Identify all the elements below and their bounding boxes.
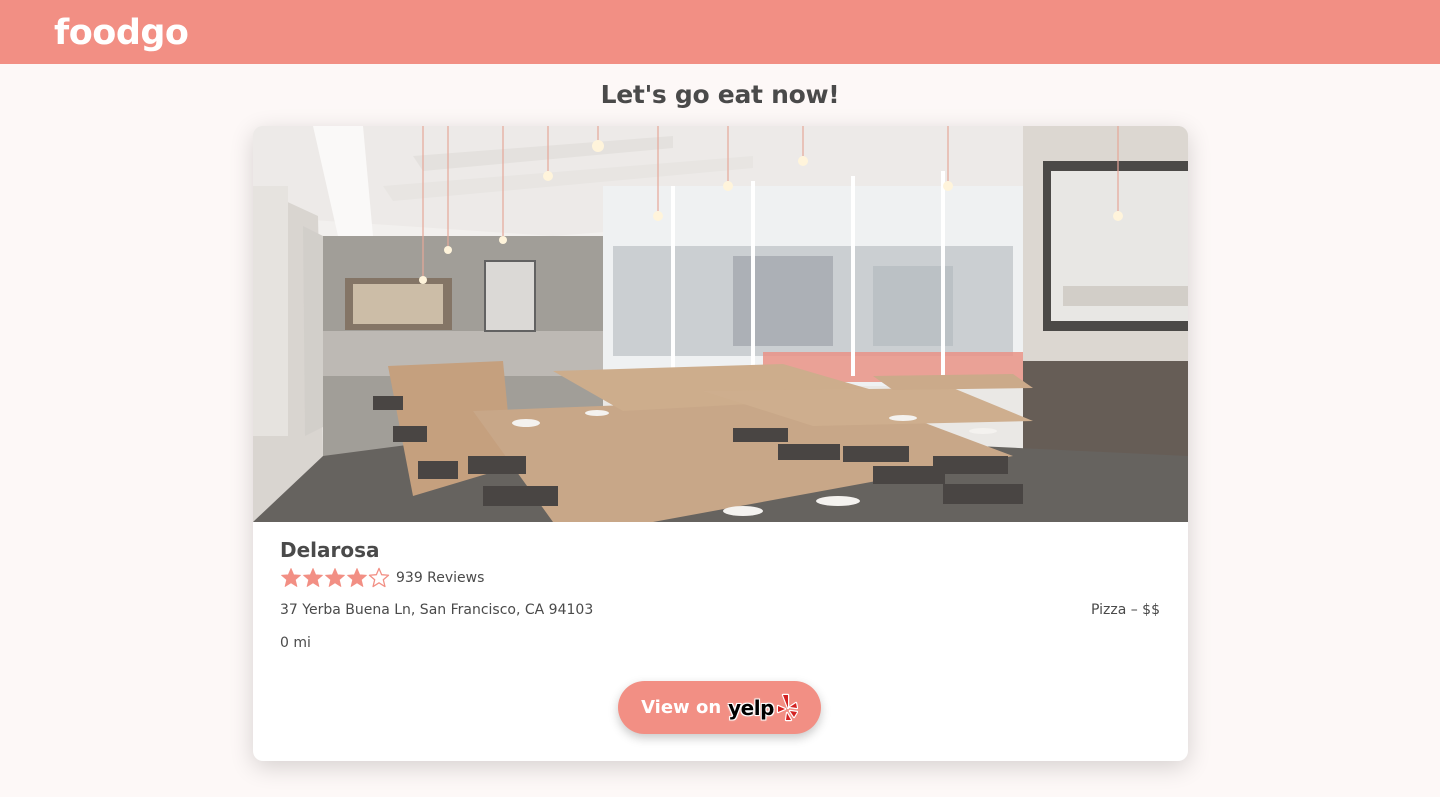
restaurant-photo (253, 126, 1188, 522)
star-rating (280, 567, 390, 589)
yelp-logo: yelp (728, 693, 798, 723)
restaurant-distance: 0 mi (280, 635, 311, 651)
review-count: 939 Reviews (396, 570, 485, 586)
restaurant-category-price: Pizza – $$ (1090, 602, 1160, 618)
star-filled-icon (325, 568, 345, 587)
star-filled-icon (347, 568, 367, 587)
rating-row: 939 Reviews (280, 566, 484, 590)
app-logo[interactable]: foodgo (54, 12, 189, 54)
restaurant-address: 37 Yerba Buena Ln, San Francisco, CA 941… (280, 602, 594, 618)
top-nav-bar: foodgo (0, 0, 1440, 64)
restaurant-name: Delarosa (280, 538, 380, 562)
yelp-wordmark: yelp (728, 695, 774, 720)
star-filled-icon (281, 568, 301, 587)
view-on-yelp-button[interactable]: View on yelp (618, 681, 821, 734)
restaurant-interior-image (253, 126, 1188, 522)
star-filled-icon (303, 568, 323, 587)
view-on-label: View on (641, 696, 722, 718)
page-title: Let's go eat now! (600, 80, 840, 109)
star-empty-icon (368, 567, 390, 588)
restaurant-card: Delarosa 939 Reviews 37 Yerba Buena Ln, … (253, 126, 1188, 761)
yelp-burst-icon (776, 693, 798, 721)
